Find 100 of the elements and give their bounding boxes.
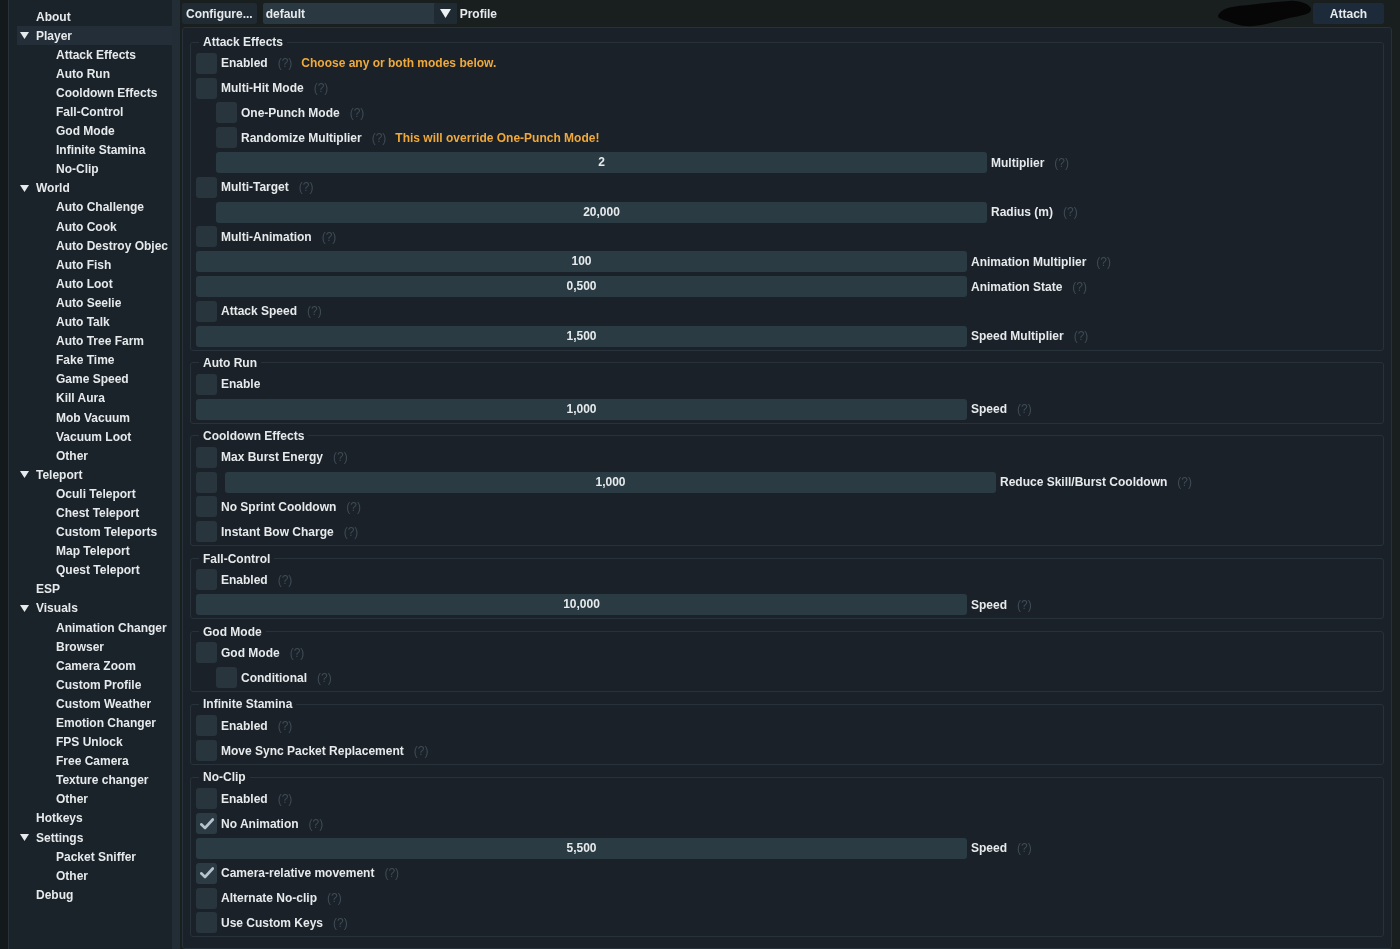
field-label: Reduce Skill/Burst Cooldown [1000, 475, 1168, 490]
sidebar-item[interactable]: God Mode [17, 121, 172, 141]
sidebar-item[interactable]: Texture changer [17, 770, 172, 790]
warning-note: Choose any or both modes below. [301, 56, 497, 71]
caret-down-icon[interactable] [20, 834, 29, 842]
option-label: Camera-relative movement [221, 866, 375, 881]
group-title: God Mode [202, 623, 263, 640]
sidebar-item[interactable]: Animation Changer [17, 618, 172, 638]
sidebar-item[interactable]: Auto Challenge [17, 197, 172, 218]
number-field[interactable]: 20,000 [216, 201, 987, 223]
option-label: Multi-Target [221, 180, 289, 195]
group-title: Fall-Control [202, 550, 272, 567]
sidebar-item[interactable]: Emotion Changer [17, 713, 172, 733]
group-title: No-Clip [202, 769, 247, 786]
sidebar-item[interactable]: Debug [17, 885, 172, 905]
sidebar-item[interactable]: Custom Weather [17, 694, 172, 714]
sidebar-item[interactable]: ESP [17, 579, 172, 599]
sidebar-item[interactable]: Packet Sniffer [17, 847, 172, 867]
sidebar-item[interactable]: Custom Profile [17, 675, 172, 695]
number-field[interactable]: 5,500 [196, 837, 967, 859]
sidebar-item[interactable]: Kill Aura [17, 388, 172, 408]
splitter-bar[interactable] [172, 0, 180, 949]
field-label: Speed [971, 402, 1007, 417]
sidebar-item[interactable]: Teleport [17, 465, 172, 485]
field-label: Animation Multiplier [971, 254, 1087, 269]
sidebar-item[interactable]: Fake Time [17, 350, 172, 370]
number-field[interactable]: 1,000 [225, 471, 996, 493]
sidebar-item[interactable]: About [17, 7, 172, 27]
sidebar-item[interactable]: Auto Cook [17, 217, 172, 237]
number-field[interactable]: 100 [196, 251, 967, 273]
sidebar-item[interactable]: Game Speed [17, 369, 172, 389]
sidebar-item[interactable]: Quest Teleport [17, 560, 172, 580]
sidebar-item[interactable]: Fall-Control [17, 102, 172, 122]
option-label: Attack Speed [221, 304, 298, 319]
checkbox[interactable] [196, 813, 217, 835]
attach-button[interactable]: Attach [1313, 3, 1384, 24]
option-label: Enabled [221, 572, 268, 587]
sidebar-item[interactable]: Map Teleport [17, 541, 172, 561]
sidebar-item[interactable]: Mob Vacuum [17, 407, 172, 428]
option-label: Multi-Hit Mode [221, 81, 304, 96]
option-label: No Animation [221, 816, 299, 831]
caret-down-icon[interactable] [20, 32, 29, 40]
option-label: Move Sync Packet Replacement [221, 743, 404, 758]
number-field[interactable]: 1,500 [196, 325, 967, 347]
sidebar-item[interactable]: Custom Teleports [17, 522, 172, 542]
sidebar-item[interactable]: Camera Zoom [17, 656, 172, 676]
sidebar-item[interactable]: Browser [17, 637, 172, 657]
sidebar-item[interactable]: Auto Seelie [17, 293, 172, 313]
number-field[interactable]: 10,000 [196, 594, 967, 616]
option-label: Enable [221, 377, 261, 392]
check-icon [199, 817, 214, 830]
number-field[interactable]: 1,000 [196, 398, 967, 420]
sidebar-item[interactable]: Auto Fish [17, 255, 172, 275]
option-label: God Mode [221, 645, 280, 660]
sidebar-item[interactable]: Oculi Teleport [17, 484, 172, 504]
sidebar-item[interactable]: Infinite Stamina [17, 140, 172, 160]
sidebar-item[interactable]: No-Clip [17, 159, 172, 179]
option-label: Multi-Animation [221, 229, 312, 244]
sidebar-item[interactable]: Cooldown Effects [17, 83, 172, 103]
field-label: Speed [971, 597, 1007, 612]
sidebar-item[interactable]: Other [17, 866, 172, 886]
caret-down-icon[interactable] [20, 184, 29, 192]
group-title: Cooldown Effects [202, 427, 306, 444]
sidebar-item[interactable]: Player [17, 26, 172, 46]
sidebar-item[interactable]: Auto Run [17, 64, 172, 84]
caret-down-icon[interactable] [20, 604, 29, 612]
field-label: Multiplier [991, 155, 1045, 170]
option-label: Conditional [241, 670, 307, 685]
check-icon [199, 867, 214, 880]
sidebar-item[interactable]: Auto Destroy Objec [17, 236, 172, 256]
option-label: Enabled [221, 718, 268, 733]
sidebar-item[interactable]: Settings [17, 828, 172, 848]
configure-button[interactable]: Configure... [182, 3, 257, 24]
profile-dropdown[interactable]: default [262, 3, 457, 24]
sidebar-item[interactable]: Attack Effects [17, 45, 172, 65]
checkbox[interactable] [196, 862, 217, 884]
sidebar-item[interactable]: Free Camera [17, 751, 172, 771]
group-title: Attack Effects [202, 34, 285, 50]
option-label: Randomize Multiplier [241, 130, 362, 145]
sidebar-item[interactable]: Auto Tree Farm [17, 331, 172, 351]
sidebar-item[interactable]: FPS Unlock [17, 732, 172, 752]
option-label: One-Punch Mode [241, 106, 340, 120]
sidebar-item[interactable]: Other [17, 446, 172, 466]
caret-down-icon[interactable] [20, 471, 29, 479]
option-label: Enabled [221, 791, 268, 806]
number-field[interactable]: 0,500 [196, 276, 967, 298]
sidebar-item[interactable]: Other [17, 789, 172, 809]
sidebar-item[interactable]: Hotkeys [17, 808, 172, 829]
sidebar-item[interactable]: Auto Loot [17, 274, 172, 294]
caret-down-icon[interactable] [433, 3, 457, 24]
option-label: Enabled [221, 56, 268, 71]
sidebar-item[interactable]: Chest Teleport [17, 503, 172, 523]
sidebar-item[interactable]: Auto Talk [17, 312, 172, 332]
group-title: Infinite Stamina [202, 696, 294, 713]
sidebar-item[interactable]: Vacuum Loot [17, 427, 172, 447]
option-label: Alternate No-clip [221, 891, 317, 906]
sidebar-item[interactable]: Visuals [17, 598, 172, 618]
sidebar-item[interactable]: World [17, 178, 172, 198]
profile-label: Profile [459, 6, 497, 21]
number-field[interactable]: 2 [216, 152, 987, 174]
